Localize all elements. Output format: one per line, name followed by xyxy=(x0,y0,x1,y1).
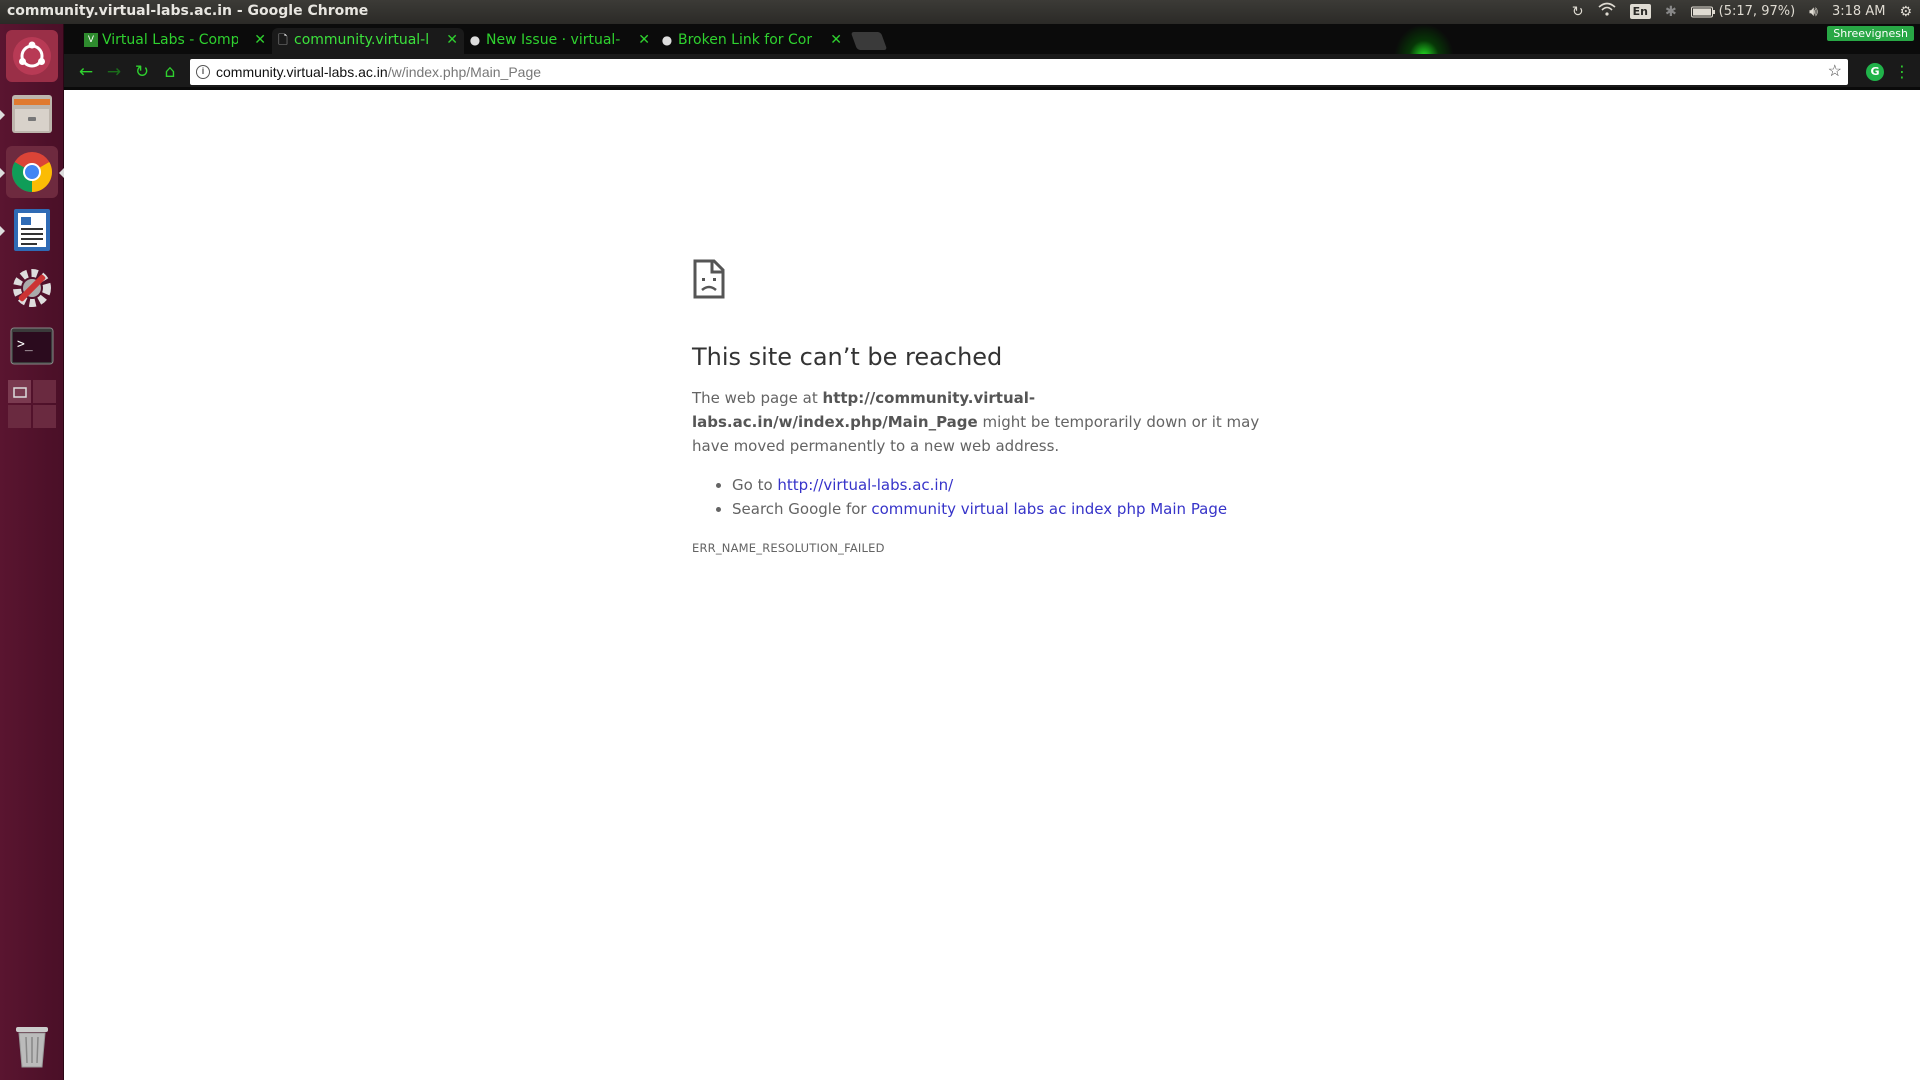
github-icon: ● xyxy=(661,33,673,47)
browser-toolbar: ← → ↻ ⌂ i community.virtual-labs.ac.in/w… xyxy=(64,54,1920,90)
bluetooth-icon[interactable]: ✱ xyxy=(1665,3,1677,21)
error-text-pre: The web page at xyxy=(692,389,823,407)
battery-indicator[interactable]: (5:17, 97%) xyxy=(1690,4,1796,19)
tab-title: community.virtual-l xyxy=(294,32,430,48)
close-icon[interactable]: ✕ xyxy=(446,28,458,52)
battery-status: (5:17, 97%) xyxy=(1718,4,1796,19)
back-button[interactable]: ← xyxy=(74,60,98,84)
close-icon[interactable]: ✕ xyxy=(254,28,266,52)
url-host: community.virtual-labs.ac.in xyxy=(216,64,388,80)
trash-icon xyxy=(16,1027,48,1068)
forward-button[interactable]: → xyxy=(102,60,126,84)
terminal-launcher[interactable]: >_ xyxy=(6,320,58,372)
system-top-bar: community.virtual-labs.ac.in - Google Ch… xyxy=(0,0,1920,24)
chrome-icon xyxy=(12,152,52,192)
info-icon[interactable]: i xyxy=(196,65,210,79)
kebab-menu-icon[interactable]: ⋮ xyxy=(1894,60,1910,84)
error-heading: This site can’t be reached xyxy=(692,343,1003,371)
search-google-link[interactable]: community virtual labs ac index php Main… xyxy=(871,500,1227,518)
bookmark-star-icon[interactable]: ☆ xyxy=(1828,59,1842,85)
ubuntu-logo-icon xyxy=(13,37,51,75)
terminal-icon: >_ xyxy=(10,327,54,365)
document-writer-icon xyxy=(14,209,50,251)
settings-wrench-icon xyxy=(13,269,51,307)
system-settings-launcher[interactable] xyxy=(6,262,58,314)
keyboard-layout-indicator[interactable]: En xyxy=(1629,4,1651,19)
suggestion-list: Go to http://virtual-labs.ac.in/ Search … xyxy=(692,473,1292,521)
wifi-icon[interactable] xyxy=(1598,2,1616,21)
running-indicator xyxy=(0,226,5,236)
error-code: ERR_NAME_RESOLUTION_FAILED xyxy=(692,541,885,555)
sync-icon[interactable]: ↻ xyxy=(1572,3,1584,21)
error-description: The web page at http://community.virtual… xyxy=(692,386,1272,458)
search-label: Search Google for xyxy=(732,500,872,518)
close-icon[interactable]: ✕ xyxy=(638,28,650,52)
goto-label: Go to xyxy=(732,476,778,494)
chrome-launcher[interactable] xyxy=(6,146,58,198)
tab[interactable]: V Virtual Labs - Comp ✕ xyxy=(80,28,272,54)
volume-icon[interactable]: 🔊︎ xyxy=(1809,3,1818,21)
tab-active[interactable]: 🗋︎ community.virtual-l ✕ xyxy=(272,28,464,54)
tab-title: New Issue · virtual- xyxy=(486,32,621,48)
page-icon: 🗋︎ xyxy=(278,33,288,47)
page-content: This site can’t be reached The web page … xyxy=(65,90,1920,1080)
github-icon: ● xyxy=(469,33,481,47)
profile-button[interactable]: Shreevignesh xyxy=(1827,26,1914,41)
address-bar[interactable]: i community.virtual-labs.ac.in/w/index.p… xyxy=(190,59,1848,85)
battery-icon xyxy=(1690,6,1715,17)
gear-icon[interactable]: ⚙ xyxy=(1899,3,1912,21)
home-button[interactable]: ⌂ xyxy=(158,60,182,84)
new-tab-button[interactable] xyxy=(850,32,888,50)
workspace-switcher[interactable] xyxy=(6,378,58,430)
window-title: community.virtual-labs.ac.in - Google Ch… xyxy=(7,3,369,19)
close-icon[interactable]: ✕ xyxy=(830,28,842,52)
url-path: /w/index.php/Main_Page xyxy=(387,64,542,80)
goto-link[interactable]: http://virtual-labs.ac.in/ xyxy=(777,476,953,494)
extension-icon[interactable]: G xyxy=(1866,63,1884,81)
url-text: community.virtual-labs.ac.in/w/index.php… xyxy=(216,59,541,85)
tab[interactable]: ● Broken Link for Cor ✕ xyxy=(656,28,848,54)
running-indicator xyxy=(0,168,5,178)
error-panel: This site can’t be reached The web page … xyxy=(692,258,1292,555)
ubuntu-dash-button[interactable] xyxy=(6,30,58,82)
workspace-grid-icon xyxy=(8,380,56,428)
trash-launcher[interactable] xyxy=(6,1020,58,1072)
ubuntu-launcher: >_ xyxy=(0,24,64,1080)
system-tray: ↻ En ✱ (5:17, 97%) 🔊︎ 3:18 AM ⚙ xyxy=(1572,2,1912,21)
tab-title: Virtual Labs - Comp xyxy=(102,32,238,48)
tab-strip: V Virtual Labs - Comp ✕ 🗋︎ community.vir… xyxy=(64,24,1920,54)
virtual-labs-favicon: V xyxy=(84,33,98,47)
files-launcher[interactable] xyxy=(6,88,58,140)
theme-glow xyxy=(1394,24,1454,54)
clock[interactable]: 3:18 AM xyxy=(1832,4,1885,19)
focused-indicator xyxy=(59,168,64,178)
tab[interactable]: ● New Issue · virtual- ✕ xyxy=(464,28,656,54)
sad-page-icon xyxy=(693,259,725,299)
running-indicator xyxy=(0,110,5,120)
list-item: Search Google for community virtual labs… xyxy=(732,497,1292,521)
file-cabinet-icon xyxy=(12,95,52,133)
list-item: Go to http://virtual-labs.ac.in/ xyxy=(732,473,1292,497)
tab-title: Broken Link for Cor xyxy=(678,32,813,48)
writer-launcher[interactable] xyxy=(6,204,58,256)
svg-text:>_: >_ xyxy=(17,337,33,352)
reload-button[interactable]: ↻ xyxy=(130,60,154,84)
